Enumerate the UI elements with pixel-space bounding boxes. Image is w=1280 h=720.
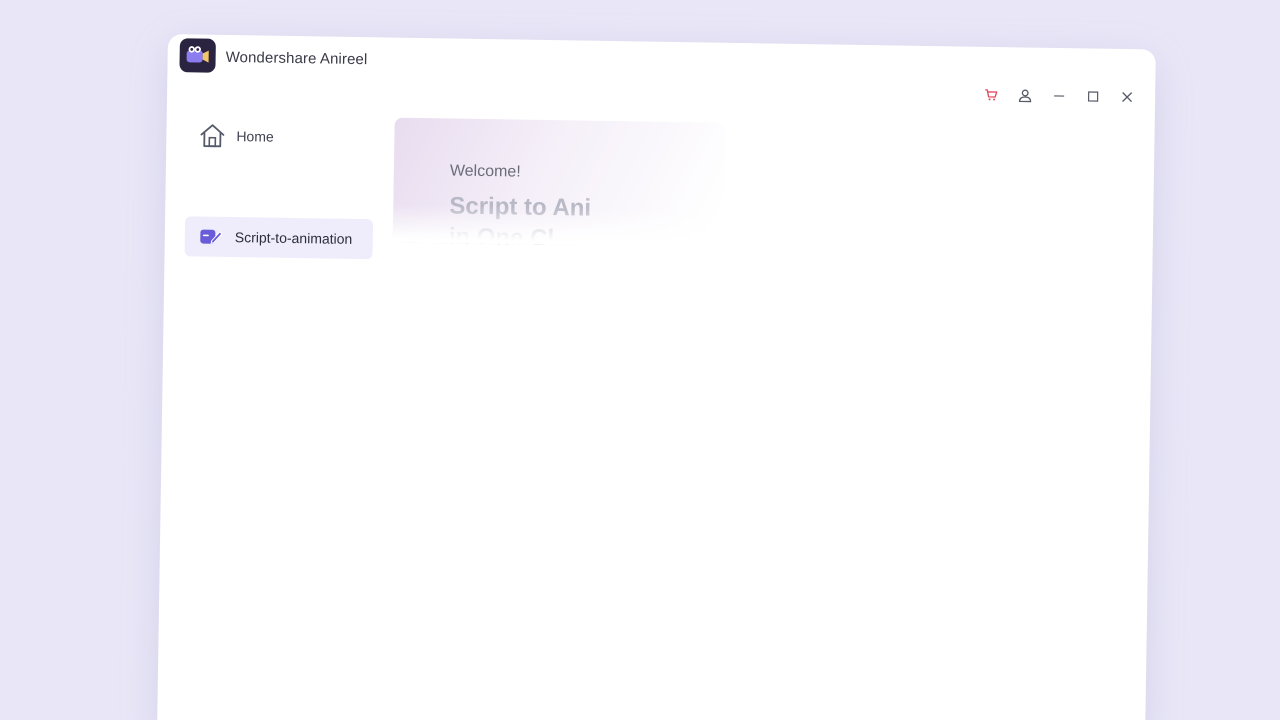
- minimize-icon: [1054, 95, 1065, 97]
- app-logo-icon: [179, 38, 216, 73]
- home-icon: [200, 124, 225, 148]
- account-button[interactable]: [1015, 85, 1035, 105]
- main-content: Welcome! Script to Ani in One Cl: [385, 117, 1134, 720]
- maximize-button[interactable]: [1083, 86, 1103, 106]
- app-title: Wondershare Anireel: [225, 48, 368, 69]
- sidebar-item-label: Home: [236, 128, 274, 145]
- minimize-button[interactable]: [1049, 86, 1069, 106]
- sidebar-item-script-to-animation[interactable]: Script-to-animation: [184, 216, 374, 260]
- sidebar-item-home[interactable]: Home: [198, 118, 274, 153]
- app-window: Wondershare Anireel Home Script-to-anima…: [157, 34, 1156, 720]
- sidebar-item-label: Script-to-animation: [234, 229, 353, 247]
- close-button[interactable]: [1117, 87, 1137, 107]
- banner-headline: Script to Ani in One Cl: [448, 192, 592, 248]
- maximize-icon: [1087, 91, 1099, 102]
- desktop-background: Wondershare Anireel Home Script-to-anima…: [0, 0, 1280, 720]
- welcome-text: Welcome!: [449, 162, 521, 181]
- cart-icon: [985, 89, 998, 101]
- cart-button[interactable]: [981, 85, 1001, 105]
- welcome-banner: Welcome! Script to Ani in One Cl: [392, 117, 725, 248]
- script-animation-icon: [200, 229, 223, 244]
- user-icon: [1018, 89, 1032, 103]
- close-icon: [1122, 92, 1133, 103]
- title-bar[interactable]: Wondershare Anireel: [167, 34, 1156, 103]
- sidebar: Home Script-to-animation: [167, 104, 382, 260]
- window-controls: [981, 85, 1137, 107]
